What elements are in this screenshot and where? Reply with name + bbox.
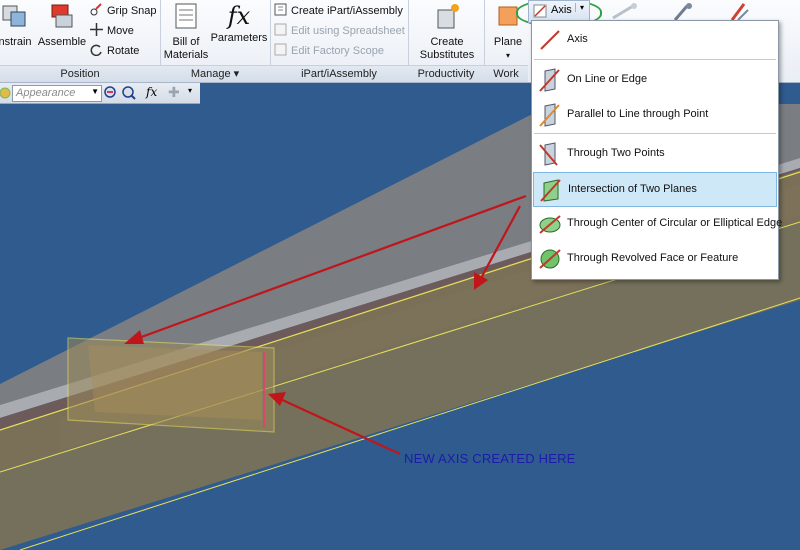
assemble-button[interactable]: Assemble [36, 2, 88, 49]
panel-title-work-text: Work [493, 68, 519, 80]
create-ipart-label: Create iPart/iAssembly [291, 5, 403, 17]
intersection-of-two-planes-icon [540, 179, 561, 202]
menu-item-through-center-of-circular-edge[interactable]: Through Center of Circular or Elliptical… [533, 207, 782, 240]
panel-title-productivity[interactable]: Productivity [408, 65, 484, 82]
clear-appearance-icon[interactable] [104, 86, 118, 100]
rotate-label: Rotate [107, 45, 140, 57]
bill-of-materials-button[interactable]: Bill of Materials [162, 2, 210, 62]
parameters-button[interactable]: fx Parameters [210, 2, 268, 45]
panel-title-ipart[interactable]: iPart/iAssembly [270, 65, 408, 82]
panel-position: nstrain Assemble Grip Snap Move Rotate P… [0, 0, 161, 82]
constrain-label: nstrain [0, 36, 32, 48]
cross-plane-face [88, 345, 262, 420]
on-line-or-edge-icon [539, 68, 560, 92]
move-icon [90, 23, 103, 36]
create-substitutes-label-line2: Substitutes [419, 49, 475, 61]
move-button[interactable]: Move [90, 22, 134, 40]
grip-snap-label: Grip Snap [107, 5, 157, 17]
ipart-create-icon [274, 3, 287, 16]
panel-manage: Bill of Materials fx Parameters Manage ▾ [160, 0, 271, 82]
zoom-icon[interactable] [122, 86, 136, 100]
chevron-down-icon: ▾ [233, 68, 240, 80]
menu-item-parallel-to-line-through-point[interactable]: Parallel to Line through Point [533, 98, 777, 131]
appearance-ball-icon [0, 87, 11, 99]
panel-title-work[interactable]: Work [484, 65, 528, 82]
create-substitutes-button[interactable]: Create Substitutes [412, 2, 482, 62]
axis-dropdown-menu: Axis On Line or Edge Parallel to Line th… [531, 20, 782, 280]
bill-of-materials-icon [175, 3, 197, 29]
menu-item-axis[interactable]: Axis [533, 23, 777, 56]
panel-productivity: Create Substitutes Productivity [408, 0, 485, 82]
appearance-dropdown[interactable]: Appearance ▼ [12, 85, 102, 102]
grip-snap-icon [90, 3, 102, 16]
menu-item-through-two-points[interactable]: Through Two Points [533, 137, 777, 170]
rotate-icon [90, 44, 102, 56]
fx-icon[interactable]: fx [146, 85, 157, 99]
grip-snap-button[interactable]: Grip Snap [90, 2, 157, 20]
menu-item-label: Intersection of Two Planes [568, 183, 697, 195]
quick-access-toolbar: Appearance ▼ fx ✚ ▾ [0, 83, 200, 104]
fx-icon: fx [227, 2, 251, 30]
constrain-button[interactable]: nstrain [0, 2, 36, 49]
create-substitutes-icon [437, 4, 459, 29]
plane-label: Plane [493, 36, 523, 48]
menu-item-on-line-or-edge[interactable]: On Line or Edge [533, 63, 777, 96]
menu-item-intersection-of-two-planes[interactable]: Intersection of Two Planes [533, 172, 777, 207]
circular-edge-icon [539, 215, 561, 234]
menu-item-label: Parallel to Line through Point [567, 108, 709, 120]
parameters-label: Parameters [210, 32, 268, 44]
bill-of-materials-label-line2: Materials [163, 49, 209, 61]
move-label: Move [107, 25, 134, 37]
menu-item-label: Through Revolved Face or Feature [567, 252, 739, 264]
annotation-text: NEW AXIS CREATED HERE [404, 451, 576, 466]
menu-separator [534, 59, 776, 60]
panel-title-manage-text: Manage [190, 68, 231, 80]
axis-dropdown-arrow[interactable]: ▾ [575, 3, 588, 12]
menu-item-label: Through Two Points [567, 147, 665, 159]
panel-title-manage[interactable]: Manage ▾ [160, 65, 270, 82]
work-point-icon [612, 3, 637, 20]
appearance-placeholder: Appearance [16, 87, 76, 99]
parallel-to-line-icon [539, 103, 560, 127]
axis-icon [540, 30, 560, 50]
chevron-down-icon: ▼ [91, 87, 99, 96]
menu-item-label: Axis [567, 33, 588, 45]
edit-factory-scope-label: Edit Factory Scope [291, 45, 384, 57]
menu-item-label: Through Center of Circular or Elliptical… [567, 217, 783, 229]
pattern-icon [730, 3, 749, 21]
axis-icon [533, 4, 547, 18]
edit-spreadsheet-label: Edit using Spreadsheet [291, 25, 405, 37]
revolved-face-icon [539, 249, 561, 269]
constrain-icon [2, 5, 26, 27]
panel-title-position[interactable]: Position [0, 65, 160, 82]
menu-item-label: On Line or Edge [567, 73, 648, 85]
edit-factory-scope-button[interactable]: Edit Factory Scope [274, 42, 384, 60]
create-ipart-button[interactable]: Create iPart/iAssembly [274, 2, 403, 20]
factory-scope-icon [274, 43, 287, 56]
menu-item-through-revolved-face[interactable]: Through Revolved Face or Feature [533, 242, 777, 275]
bill-of-materials-label-line1: Bill of [172, 36, 200, 48]
create-substitutes-label-line1: Create [430, 36, 464, 48]
chevron-down-icon: ▾ [505, 51, 510, 60]
spreadsheet-icon [274, 23, 287, 36]
rotate-button[interactable]: Rotate [90, 42, 139, 60]
assemble-icon [51, 4, 73, 28]
move-cross-icon[interactable]: ✚ [168, 84, 180, 101]
panel-ipart: Create iPart/iAssembly Edit using Spread… [270, 0, 409, 82]
toolbar-overflow-icon[interactable]: ▾ [188, 86, 192, 95]
ucs-icon [673, 3, 692, 21]
through-two-points-icon [539, 142, 558, 166]
axis-button-label: Axis [551, 4, 572, 16]
edit-spreadsheet-button[interactable]: Edit using Spreadsheet [274, 22, 405, 40]
assemble-label: Assemble [37, 36, 87, 48]
menu-separator [534, 133, 776, 134]
